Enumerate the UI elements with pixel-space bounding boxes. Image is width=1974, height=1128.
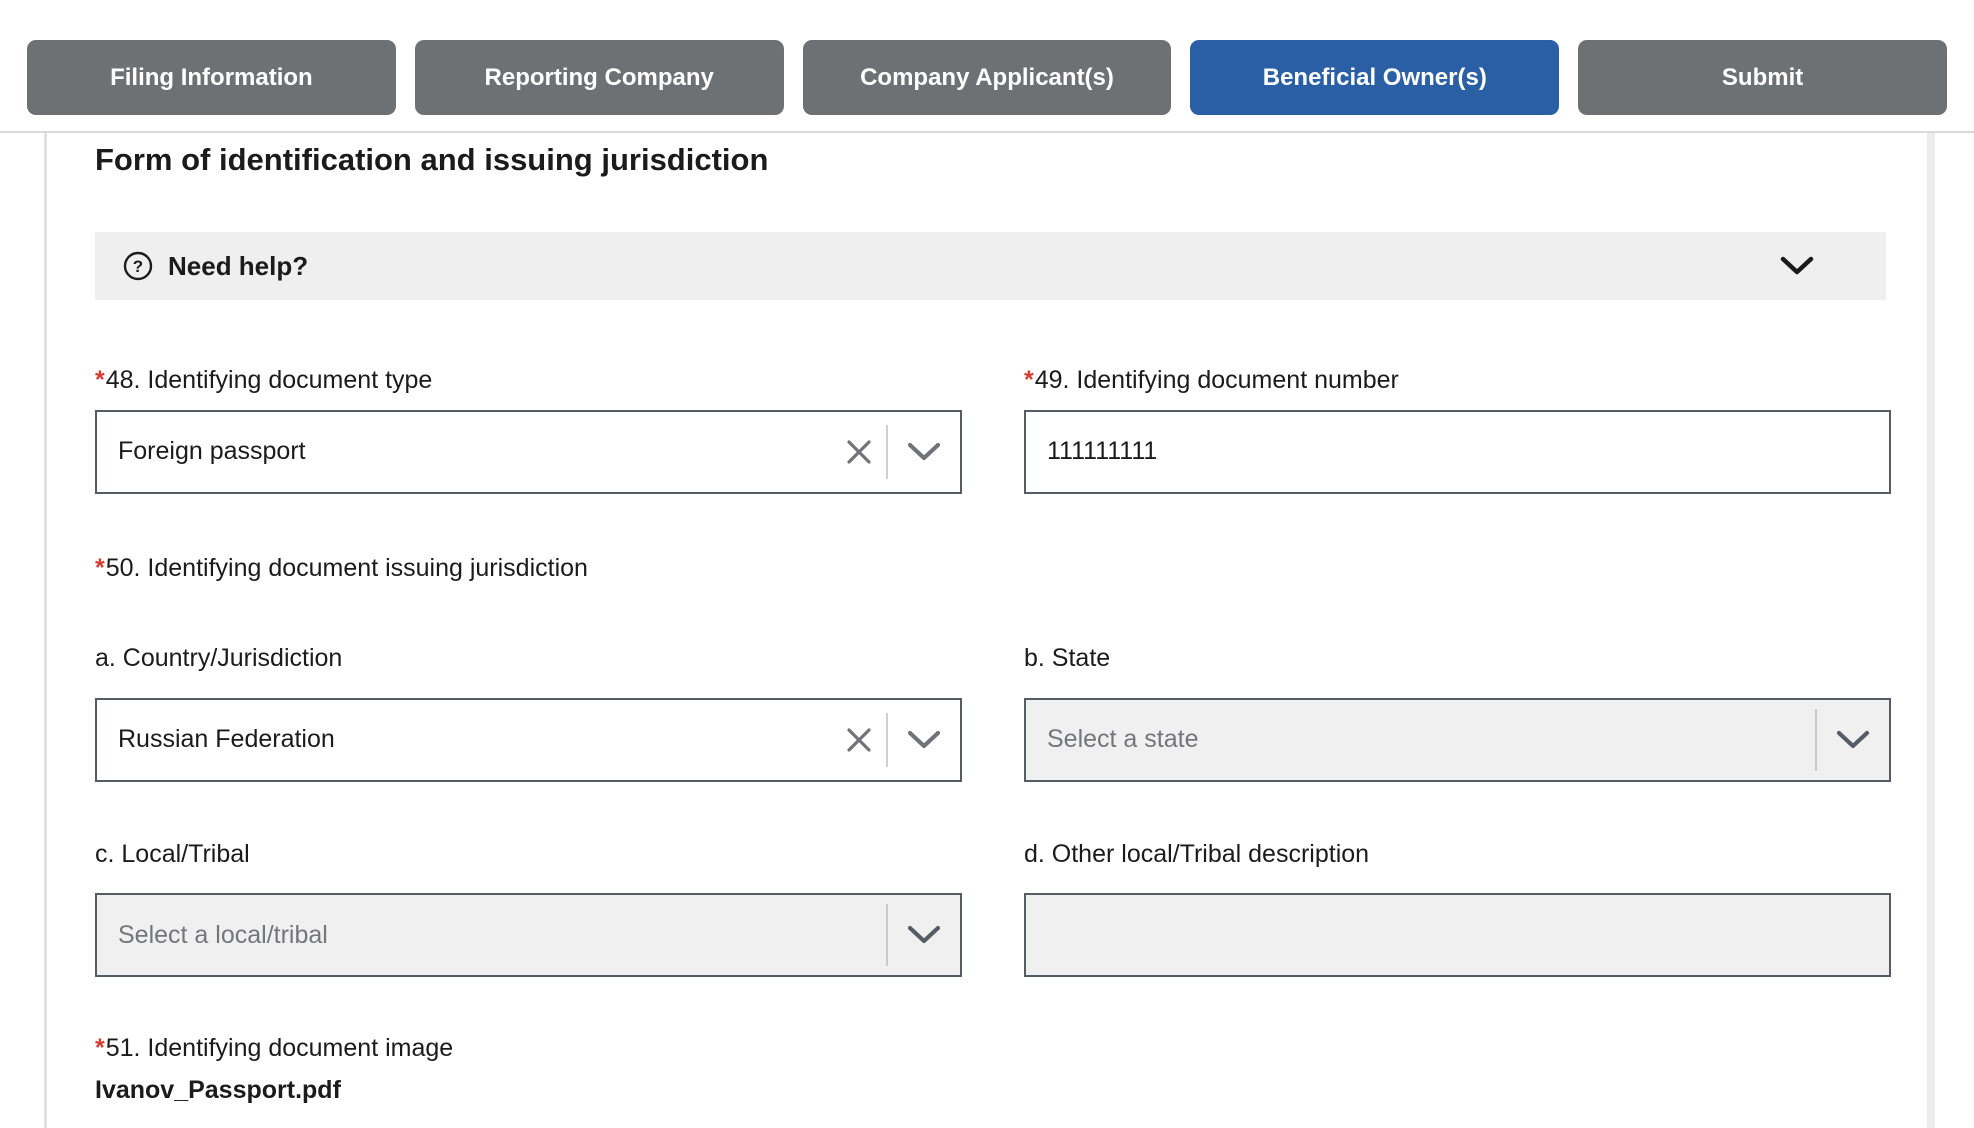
required-asterisk: * [95, 554, 105, 582]
page-title: Form of identification and issuing juris… [95, 141, 1891, 178]
question-circle-icon: ? [123, 251, 153, 281]
state-label: b. State [1024, 642, 1891, 675]
tab-reporting-company[interactable]: Reporting Company [415, 40, 784, 115]
chevron-down-icon [1836, 730, 1870, 750]
uploaded-file-name: Ivanov_Passport.pdf [95, 1076, 1891, 1105]
x-icon [843, 724, 875, 756]
chevron-down-icon [907, 730, 941, 750]
dropdown-toggle-button[interactable] [888, 700, 960, 780]
country-combobox[interactable]: Russian Federation [95, 698, 962, 782]
clear-selection-button[interactable] [832, 412, 886, 492]
chevron-down-icon [1780, 256, 1814, 276]
x-icon [843, 436, 875, 468]
required-asterisk: * [95, 366, 105, 394]
local-tribal-label: c. Local/Tribal [95, 838, 962, 871]
chevron-down-icon [907, 925, 941, 945]
doc-type-combobox[interactable]: Foreign passport [95, 410, 962, 494]
required-asterisk: * [1024, 366, 1034, 394]
tab-bar: Filing Information Reporting Company Compa… [0, 0, 1974, 115]
country-value: Russian Federation [97, 725, 832, 754]
vertical-scrollbar[interactable] [1927, 133, 1935, 1128]
doc-number-label: *49. Identifying document number [1024, 364, 1891, 397]
dropdown-toggle-button[interactable] [888, 412, 960, 492]
tab-submit[interactable]: Submit [1578, 40, 1947, 115]
dropdown-toggle-button [1817, 700, 1889, 780]
country-label: a. Country/Jurisdiction [95, 642, 962, 675]
svg-text:?: ? [133, 257, 143, 276]
doc-type-label: *48. Identifying document type [95, 364, 962, 397]
tab-company-applicant-s[interactable]: Company Applicant(s) [803, 40, 1172, 115]
dropdown-toggle-button [888, 895, 960, 975]
doc-image-label: *51. Identifying document image [95, 1032, 1891, 1065]
required-asterisk: * [95, 1034, 105, 1062]
doc-number-input[interactable] [1024, 410, 1891, 494]
chevron-down-icon [907, 442, 941, 462]
local-tribal-select: Select a local/tribal [95, 893, 962, 977]
state-placeholder: Select a state [1026, 725, 1815, 754]
clear-selection-button[interactable] [832, 700, 886, 780]
local-tribal-placeholder: Select a local/tribal [97, 921, 886, 950]
tab-filing-information[interactable]: Filing Information [27, 40, 396, 115]
need-help-accordion[interactable]: ? Need help? [95, 232, 1886, 300]
need-help-label: Need help? [168, 251, 308, 282]
state-select: Select a state [1024, 698, 1891, 782]
tab-beneficial-owner-s[interactable]: Beneficial Owner(s) [1190, 40, 1559, 115]
other-desc-input [1024, 893, 1891, 977]
other-desc-label: d. Other local/Tribal description [1024, 838, 1891, 871]
doc-type-value: Foreign passport [97, 437, 832, 466]
jurisdiction-label: *50. Identifying document issuing jurisd… [95, 552, 1891, 585]
form-content: Form of identification and issuing juris… [44, 133, 1974, 1128]
